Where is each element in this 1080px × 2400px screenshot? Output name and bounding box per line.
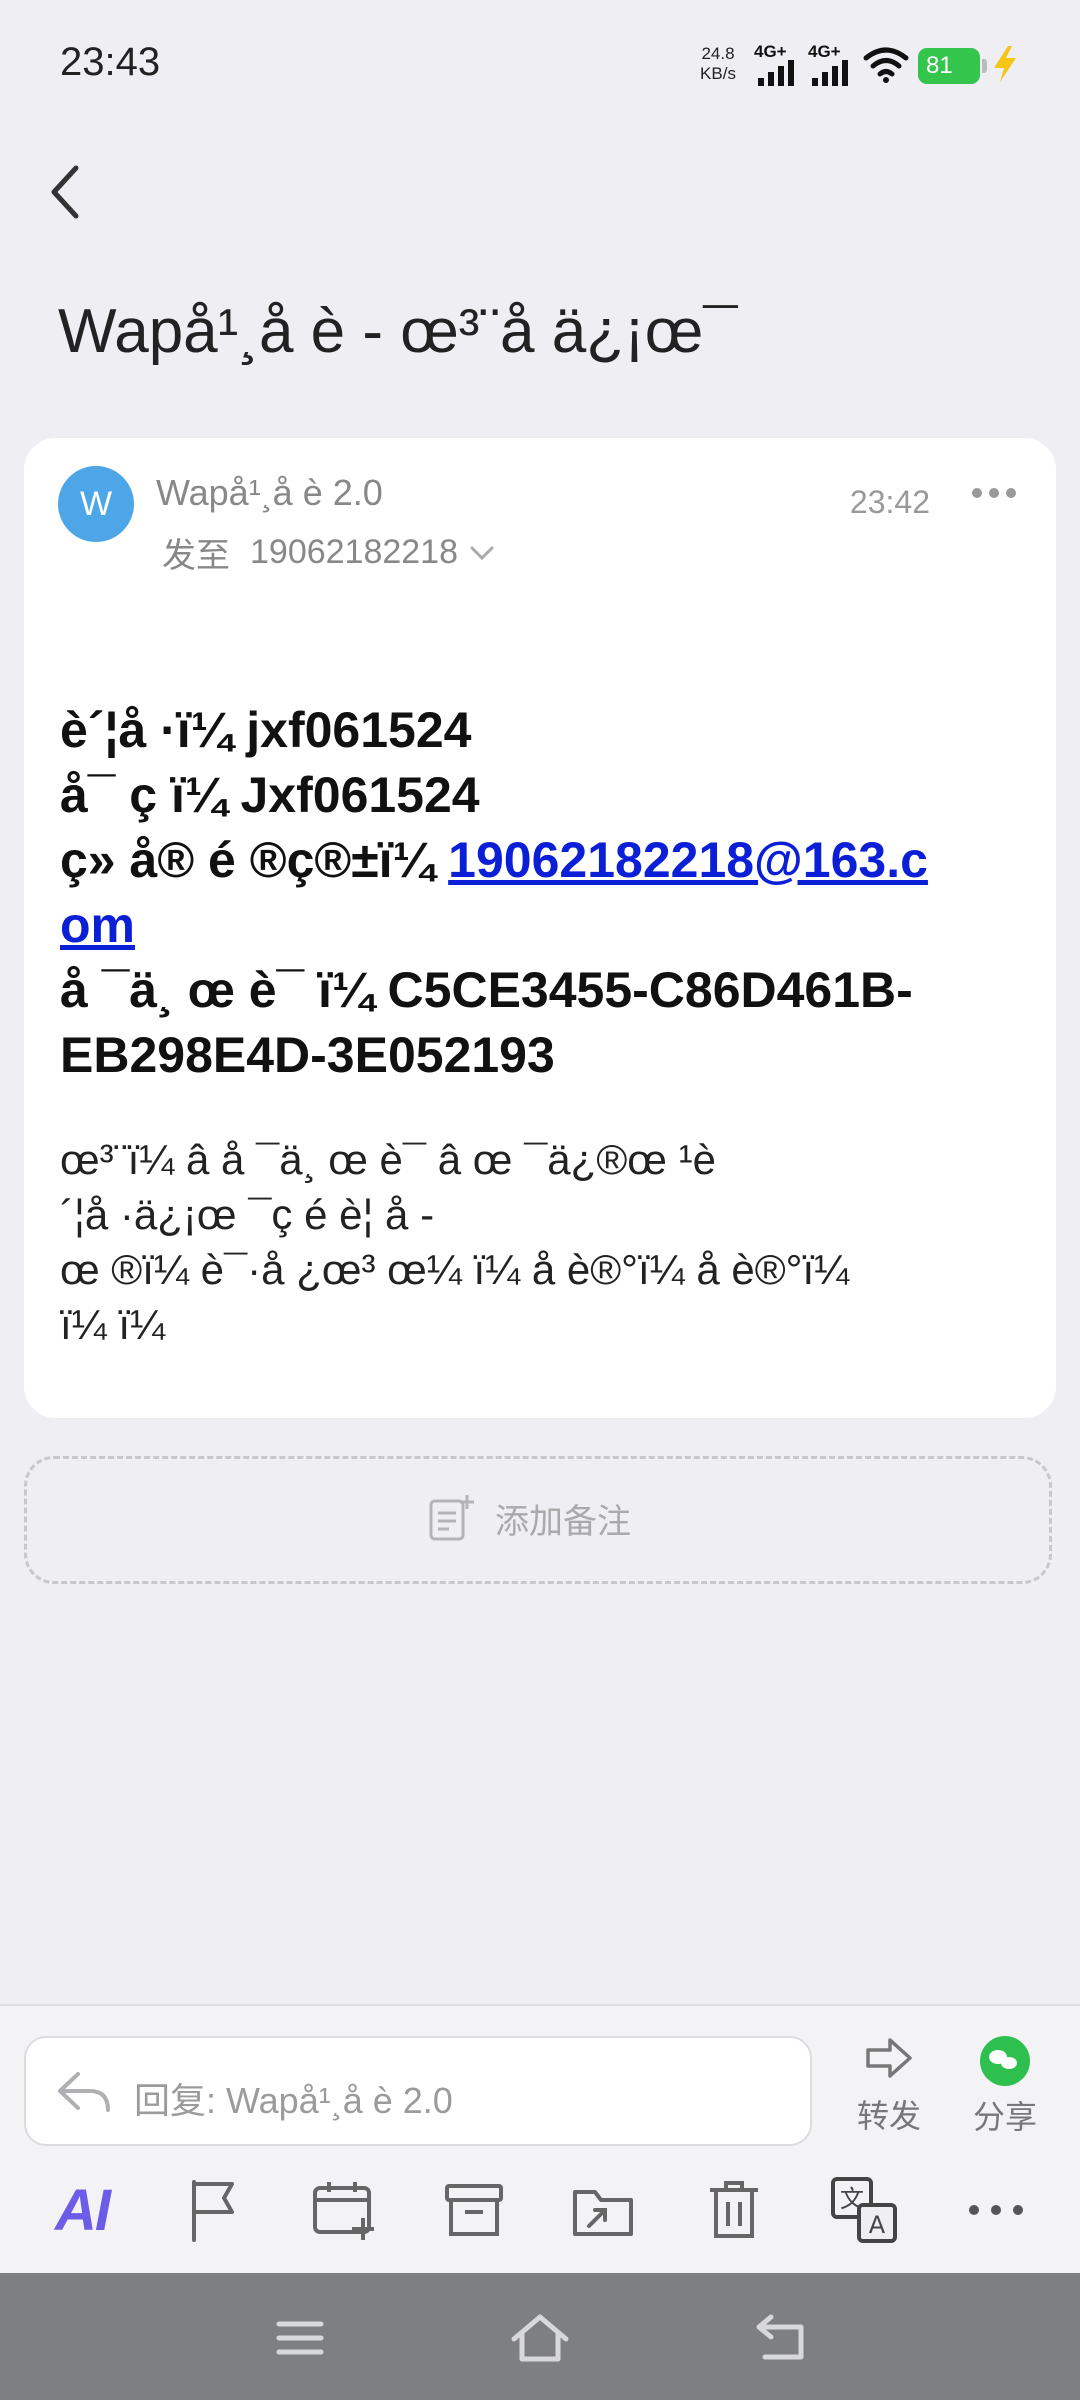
calendar-add-icon [313,2182,374,2240]
email-link[interactable]: 19062182218@163.c [448,832,928,888]
more-options-button[interactable] [972,488,1016,500]
add-to-calendar-button[interactable] [306,2172,382,2248]
add-note-button[interactable]: 添加备注 [24,1456,1052,1584]
note-add-icon [429,1495,474,1541]
status-bar: 23:43 24.8 KB/s 4G+ 4G+ 81 [0,0,1080,130]
body-line-email-label: ç» å® é ®ç®±ï¼ [60,832,449,888]
message-body: è´¦å ·ï¼ jxf061524 å¯ ç ï¼ Jxf061524 ç» … [60,698,1036,1352]
translate-icon: 文 A [831,2177,897,2243]
reply-placeholder: 回复: Wapå¹¸å è 2.0 [134,2080,453,2121]
nav-back-button[interactable] [752,2311,812,2365]
menu-icon [276,2321,324,2355]
back-arrow-icon [756,2314,804,2360]
notice-block: œ³¨ï¼ â å ¯ä¸ œ è¯ â œ ¯ä¿®œ ¹è ´¦å ·ä¿¡… [60,1132,1036,1352]
charging-bolt-icon [994,46,1016,82]
notice-line: œ ®ï¼ è¯·å ¿œ³ œ¼ ï¼ å è®°ï¼ å è®°ï¼ [60,1246,850,1293]
nav-menu-button[interactable] [270,2311,330,2365]
more-dots-icon [969,2205,1023,2215]
wifi-icon [863,47,909,83]
notice-line: œ³¨ï¼ â å ¯ä¸ œ è¯ â œ ¯ä¿®œ ¹è [60,1136,716,1183]
signal-1-label: 4G+ [754,42,787,61]
more-actions-button[interactable] [958,2172,1034,2248]
archive-icon [445,2184,503,2236]
recipient-number: 19062182218 [250,533,459,571]
battery-icon: 81 [918,48,987,84]
page-title: Wapå¹¸å è - œ³¨å ä¿¡œ¯ [58,297,738,366]
sender-avatar: W [58,466,134,542]
body-line-account: è´¦å ·ï¼ jxf061524 [60,702,472,758]
ai-icon: AI [55,2177,111,2243]
wechat-icon [980,2036,1030,2086]
cellular-signal-1-icon: 4G+ [754,42,802,86]
ai-assistant-button[interactable]: AI [44,2172,120,2248]
share-label: 分享 [972,2099,1037,2135]
chevron-left-icon [51,165,79,219]
forward-label: 转发 [856,2098,921,2134]
status-time: 23:43 [60,40,161,84]
add-note-content: 添加备注 [427,1493,631,1543]
flag-button[interactable] [176,2172,252,2248]
body-line-email-cont: om [60,893,1036,958]
add-note-label: 添加备注 [495,1502,631,1541]
nav-home-button[interactable] [510,2311,570,2365]
forward-arrow-icon [866,2038,912,2078]
body-line-code: å ¯ä¸ œ è¯ ï¼ C5CE3455-C86D461B- [60,962,913,1018]
notice-line: ´¦å ·ä¿¡œ ¯ç é è¦ å - [60,1191,435,1238]
bottom-toolbar: AI 文 A [0,2160,1080,2260]
message-card: W Wapå¹¸å è 2.0 发至 19062182218 23:42 è´¦… [24,438,1056,1418]
reply-input[interactable]: 回复: Wapå¹¸å è 2.0 [24,2036,812,2146]
body-line-password: å¯ ç ï¼ Jxf061524 [60,767,480,823]
move-folder-icon [573,2190,633,2236]
recipient-prefix: 发至 [162,537,230,575]
home-icon [511,2314,569,2362]
translate-button[interactable]: 文 A [826,2172,902,2248]
move-to-folder-button[interactable] [566,2172,642,2248]
cellular-signal-2-icon: 4G+ [808,42,856,86]
share-wechat-button[interactable]: 分享 [960,2036,1050,2138]
svg-text:A: A [869,2211,886,2239]
message-time: 23:42 [849,484,930,520]
network-speed-value: 24.8 [701,44,735,63]
delete-button[interactable] [696,2172,772,2248]
signal-2-label: 4G+ [808,42,841,61]
network-speed: 24.8 KB/s [696,44,740,84]
back-button[interactable] [44,162,104,232]
network-speed-unit: KB/s [700,64,736,83]
system-navigation-bar [0,2273,1080,2400]
email-link-continued[interactable]: om [60,897,135,953]
reply-icon [58,2072,110,2112]
notice-line: ï¼ ï¼ [60,1301,166,1348]
trash-icon [710,2181,758,2238]
sender-name: Wapå¹¸å è 2.0 [156,472,383,513]
forward-button[interactable]: 转发 [844,2036,934,2137]
flag-icon [192,2180,234,2242]
chevron-down-icon [470,546,494,560]
body-line-email: ç» å® é ®ç®±ï¼ 19062182218@163.c [60,828,1036,893]
recipient-toggle[interactable]: 发至 19062182218 [162,528,496,577]
body-line-code-cont: EB298E4D-3E052193 [60,1027,555,1083]
archive-button[interactable] [436,2172,512,2248]
